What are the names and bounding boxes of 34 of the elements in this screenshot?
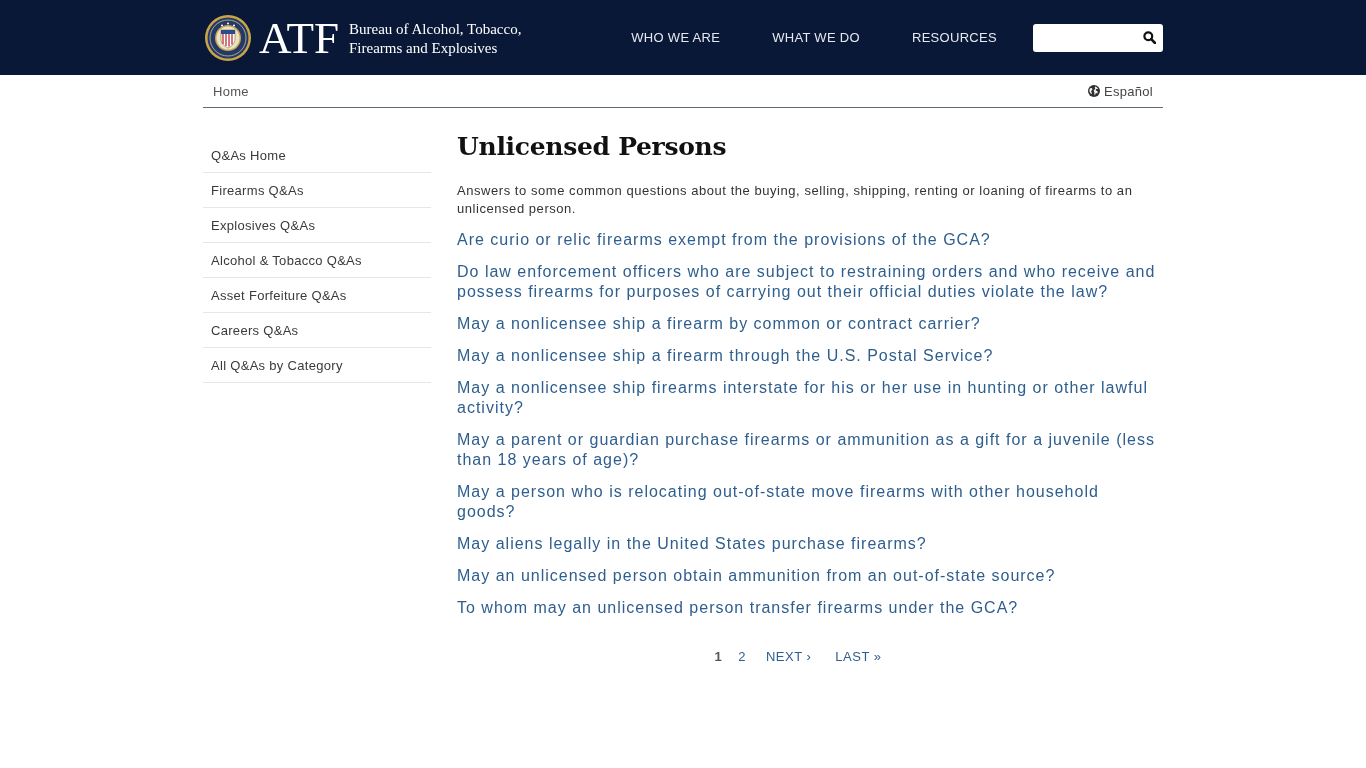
breadcrumb-link[interactable]: Home	[213, 83, 249, 99]
page-link[interactable]: 2	[738, 648, 746, 666]
question-link[interactable]: May a nonlicensee ship a firearm by common or contract carrier?	[457, 314, 1157, 334]
pager-link[interactable]: NEXT ›	[765, 648, 812, 666]
question-link[interactable]: May a parent or guardian purchase firearms or ammunition as a gift for a juvenile (less than 18 years of age)?	[457, 430, 1157, 470]
question-link[interactable]: May a person who is relocating out-of-state move firearms with other household goods?	[457, 482, 1157, 522]
sidebar-link[interactable]: Careers Q&As	[203, 313, 431, 348]
question-link[interactable]: To whom may an unlicensed person transfer firearms under the GCA?	[457, 598, 1157, 618]
logo-text[interactable]: ATF	[259, 14, 340, 61]
question-link[interactable]: Do law enforcement officers who are subject to restraining orders and who receive and possess firearms for purposes of carrying out their official duties violate the law?	[457, 262, 1157, 302]
question-link[interactable]: Are curio or relic firearms exempt from the provisions of the GCA?	[457, 230, 1157, 250]
globe-icon	[1087, 85, 1100, 97]
nav-link[interactable]: RESOURCES	[911, 30, 997, 45]
page-title: Unlicensed Persons	[457, 131, 728, 163]
question-link[interactable]: May a nonlicensee ship firearms interstate for his or her use in hunting or other lawful activity?	[457, 378, 1157, 418]
seal-icon[interactable]	[205, 14, 251, 61]
agency-name[interactable]: Bureau of Alcohol, Tobacco, Firearms and Explosives	[349, 19, 546, 58]
question-link[interactable]: May an unlicensed person obtain ammunition from an out-of-state source?	[457, 566, 1157, 586]
sidebar-link[interactable]: Asset Forfeiture Q&As	[203, 278, 431, 313]
page-link[interactable]: 1	[714, 648, 723, 666]
sidebar-link[interactable]: Q&As Home	[203, 138, 431, 173]
sidebar-link[interactable]: Firearms Q&As	[203, 173, 431, 208]
sidebar-link[interactable]: Explosives Q&As	[203, 208, 431, 243]
sidebar-link[interactable]: Alcohol & Tobacco Q&As	[203, 243, 431, 278]
search-icon[interactable]	[1143, 31, 1156, 44]
nav-link[interactable]: WHAT WE DO	[772, 30, 860, 45]
sidebar-link[interactable]: All Q&As by Category	[203, 348, 431, 383]
question-link[interactable]: May a nonlicensee ship a firearm through the U.S. Postal Service?	[457, 346, 1157, 366]
language-link[interactable]: Español	[1087, 83, 1153, 99]
question-link[interactable]: May aliens legally in the United States purchase firearms?	[457, 534, 1157, 554]
pager-link[interactable]: LAST »	[835, 648, 882, 666]
intro-text: Answers to some common questions about the buying, selling, shipping, renting or loaning of firearms to an unlicensed person.	[457, 182, 1134, 218]
search-field[interactable]	[1033, 23, 1163, 52]
nav-link[interactable]: WHO WE ARE	[631, 30, 721, 45]
